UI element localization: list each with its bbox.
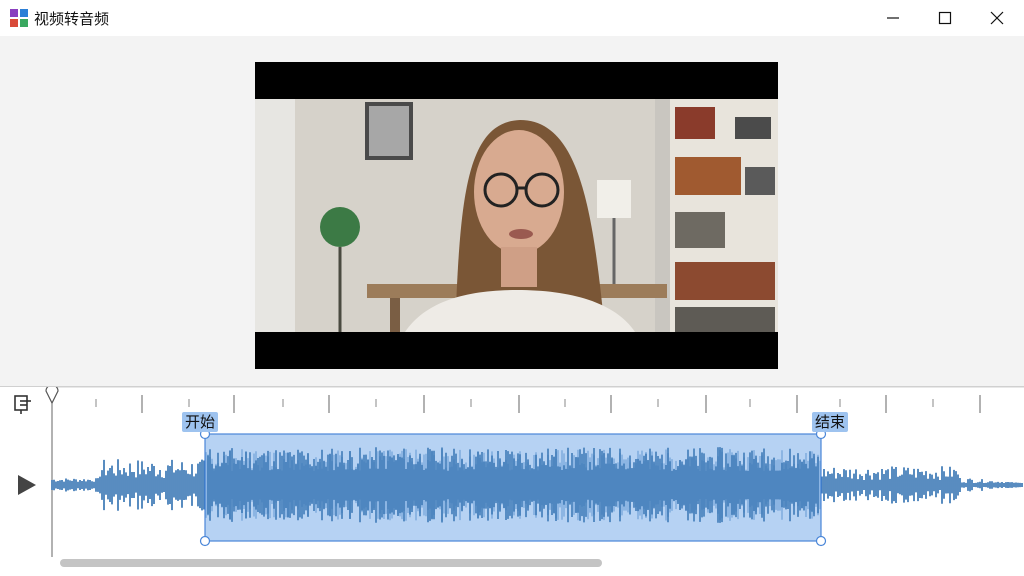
selection-handle: [199, 535, 211, 547]
video-preview[interactable]: [255, 62, 778, 369]
close-icon: [990, 11, 1004, 25]
close-button[interactable]: [971, 0, 1023, 36]
start-marker-label[interactable]: 开始: [182, 412, 219, 432]
playhead-handle-icon: [45, 387, 59, 405]
waveform-timeline[interactable]: [0, 387, 1024, 576]
maximize-button[interactable]: [919, 0, 971, 36]
minimize-icon: [887, 17, 899, 19]
window-title: 视频转音频: [34, 10, 110, 28]
app-icon: [10, 9, 28, 27]
title-bar: 视频转音频: [0, 0, 1024, 36]
selection-handle: [815, 535, 827, 547]
maximize-icon: [938, 11, 952, 25]
end-marker-label[interactable]: 结束: [812, 412, 849, 432]
video-frame: [255, 62, 778, 369]
horizontal-scrollbar-thumb[interactable]: [60, 559, 602, 567]
minimize-button[interactable]: [867, 0, 919, 36]
